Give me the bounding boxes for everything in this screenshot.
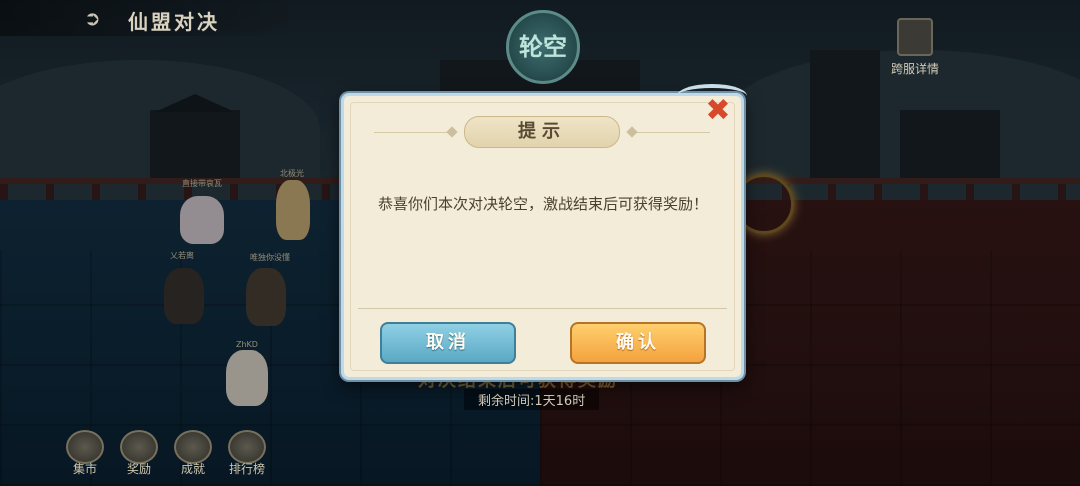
close-icon[interactable]: ✖ — [703, 96, 733, 126]
market-icon — [66, 430, 104, 464]
nav-ranking[interactable]: 排行榜 — [224, 430, 270, 477]
title-line — [630, 132, 710, 133]
nav-rewards[interactable]: 奖励 — [116, 430, 162, 477]
scroll-icon — [897, 18, 933, 56]
nav-label: 排行榜 — [228, 462, 265, 476]
nav-label: 奖励 — [126, 462, 151, 476]
divider — [358, 308, 727, 309]
back-icon[interactable]: ➲ — [84, 8, 112, 28]
server-detail-button[interactable]: 跨服详情 — [880, 18, 950, 77]
confirm-button[interactable]: 确认 — [570, 322, 706, 364]
bottom-nav: 集市 奖励 成就 排行榜 — [62, 430, 270, 477]
remaining-time: 剩余时间:1天16时 — [464, 389, 600, 410]
page-title: 仙盟对决 — [128, 10, 220, 34]
server-detail-label: 跨服详情 — [890, 62, 939, 76]
dialog-title: 提示 — [464, 116, 620, 148]
achievement-icon — [174, 430, 212, 464]
nav-achievements[interactable]: 成就 — [170, 430, 216, 477]
diamond-ornament — [446, 126, 458, 138]
bye-emblem: 轮空 — [506, 10, 580, 84]
ranking-icon — [228, 430, 266, 464]
title-line — [374, 132, 454, 133]
nav-label: 成就 — [180, 462, 205, 476]
nav-market[interactable]: 集市 — [62, 430, 108, 477]
cancel-button[interactable]: 取消 — [380, 322, 516, 364]
notice-dialog: 提示 ✖ 恭喜你们本次对决轮空，激战结束后可获得奖励！ 取消 确认 — [341, 84, 747, 380]
nav-label: 集市 — [72, 462, 97, 476]
diamond-ornament — [626, 126, 638, 138]
dialog-message: 恭喜你们本次对决轮空，激战结束后可获得奖励！ — [378, 195, 709, 213]
gift-icon — [120, 430, 158, 464]
